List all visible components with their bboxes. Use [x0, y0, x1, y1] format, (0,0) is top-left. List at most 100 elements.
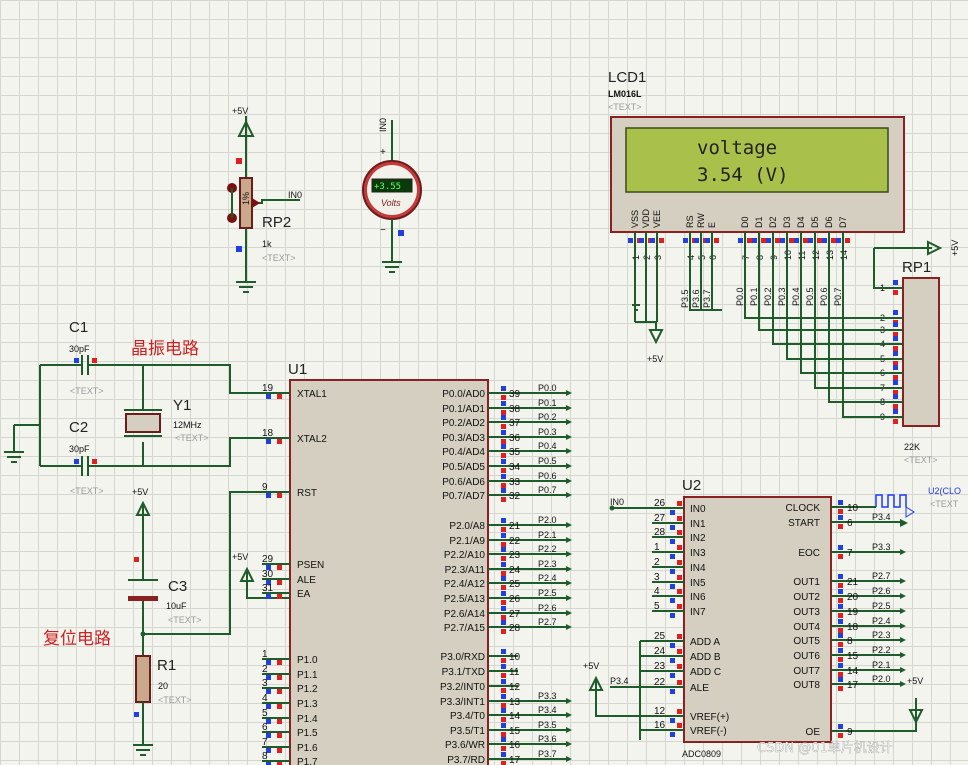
- lcd-ctrl-net: P3.5: [680, 289, 690, 308]
- u1-net-label: P0.7: [538, 485, 557, 495]
- u1-pin-number: 12: [509, 682, 521, 693]
- u1-net-label: P2.2: [538, 544, 557, 554]
- u2-pin-number: 27: [654, 513, 666, 524]
- u1-pin-label: P1.5: [297, 728, 318, 739]
- u1-pin-label: P3.3/INT1: [440, 697, 485, 708]
- u1-pin-label: RST: [297, 488, 317, 499]
- r1-tag: <TEXT>: [158, 695, 192, 705]
- u1-pin-number: 18: [262, 428, 274, 439]
- u1-pin-number: 1: [262, 649, 268, 660]
- u1-net-label: P2.6: [538, 603, 557, 613]
- u1-pin-label: P2.4/A12: [444, 579, 486, 590]
- lcd-pin-label: VEE: [652, 210, 662, 228]
- u2-pin-label: IN4: [690, 563, 706, 574]
- u1-pin-label: P1.1: [297, 670, 318, 681]
- u1-net-label: P2.4: [538, 573, 557, 583]
- ground-icon: [4, 425, 24, 463]
- u1-pin-number: 27: [509, 609, 521, 620]
- lcd-data-net: P0.5: [805, 287, 815, 306]
- u1-pin-number: 21: [509, 521, 521, 532]
- lcd-data-net: P0.6: [819, 287, 829, 306]
- y1-tag: <TEXT>: [175, 433, 209, 443]
- c1-name: C1: [69, 319, 88, 336]
- u1-name: U1: [288, 361, 307, 378]
- rp1-resistor-pack[interactable]: RP1 22K <TEXT> 123456789 +5V: [873, 240, 960, 465]
- u2-pin-number: 17: [847, 680, 859, 691]
- u1-pin-number: 23: [509, 550, 521, 561]
- c1-tag: <TEXT>: [70, 386, 104, 396]
- u1-pin-number: 34: [509, 462, 521, 473]
- u1-net-label: P0.5: [538, 456, 557, 466]
- voltmeter-unit: Volts: [381, 198, 401, 208]
- clock-generator-tag: <TEXT: [930, 499, 959, 509]
- u2-pin-label: IN3: [690, 548, 706, 559]
- u2-adc[interactable]: U2 ADC0809 26IN027IN128IN21IN32IN43IN54I…: [583, 477, 961, 759]
- rp1-body: [902, 277, 940, 427]
- voltmeter-net-in0: IN0: [378, 118, 388, 132]
- u1-pin-label: P0.5/AD5: [442, 462, 485, 473]
- lcd-pin-label: D0: [740, 216, 750, 228]
- r1-value: 20: [158, 681, 168, 691]
- u1-net-label: P0.2: [538, 412, 557, 422]
- u2-pin-number: 1: [654, 542, 660, 553]
- rp2-potentiometer[interactable]: +5V 1% IN0 RP2 1k <TEXT>: [227, 106, 302, 293]
- u2-net-label: P2.0: [872, 674, 891, 684]
- u2-net-in0: IN0: [610, 497, 624, 507]
- u2-net-label: P2.7: [872, 571, 891, 581]
- u1-net-label: P3.7: [538, 749, 557, 759]
- u2-pin-label: OUT5: [793, 636, 820, 647]
- u2-pin-label: IN2: [690, 533, 706, 544]
- lcd-pin-label: D1: [754, 216, 764, 228]
- u2-net-label: P2.2: [872, 645, 891, 655]
- u1-pin-number: 25: [509, 579, 521, 590]
- lcd-data-bus: [744, 250, 888, 418]
- u1-pin-label: P2.7/A15: [444, 623, 486, 634]
- u2-pin-label: OUT3: [793, 607, 820, 618]
- u1-pin-label: P1.7: [297, 757, 318, 765]
- reset-circuit[interactable]: +5V C3 10uF <TEXT> 复位电路 R1 20 <TEXT> +5V: [43, 487, 290, 756]
- u1-pin-label: P3.5/T1: [450, 726, 485, 737]
- lcd1-display[interactable]: LCD1 LM016L <TEXT> voltage 3.54 (V) VSS1…: [608, 69, 905, 260]
- reset-supply-label: +5V: [132, 487, 148, 497]
- u2-net-label: P2.4: [872, 616, 891, 626]
- u1-net-label: P2.0: [538, 515, 557, 525]
- rp1-supply-label: +5V: [950, 240, 960, 256]
- u2-body: [683, 496, 832, 743]
- u1-pin-number: 32: [509, 491, 521, 502]
- u1-pin-label: P2.0/A8: [449, 521, 485, 532]
- u2-pin-number: 6: [847, 518, 853, 529]
- lcd-supply-label: +5V: [647, 354, 663, 364]
- c2-name: C2: [69, 419, 88, 436]
- crystal-circuit[interactable]: 晶振电路 C1 30pF <TEXT> C2 30pF <TEXT> Y1 12…: [4, 319, 290, 496]
- u1-net-label: P3.6: [538, 734, 557, 744]
- u2-pin-number: 5: [654, 601, 660, 612]
- u2-pin-label: CLOCK: [786, 503, 821, 514]
- u2-pin-number: 8: [847, 636, 853, 647]
- u2-pin-label: OUT6: [793, 651, 820, 662]
- u1-pin-label: P3.2/INT0: [440, 682, 485, 693]
- lcd-pin-label: E: [707, 222, 717, 228]
- u1-net-label: P3.4: [538, 705, 557, 715]
- u1-pin-label: P2.3/A11: [445, 565, 486, 576]
- u1-pin-number: 33: [509, 477, 521, 488]
- u1-pin-label: P0.6/AD6: [442, 477, 485, 488]
- r1-name: R1: [157, 657, 176, 674]
- vref-supply-label: +5V: [583, 661, 599, 671]
- u1-pin-number: 29: [262, 554, 274, 565]
- u1-pin-number: 26: [509, 594, 521, 605]
- u2-net-ale: P3.4: [610, 676, 629, 686]
- lcd-data-net: P0.7: [833, 287, 843, 306]
- u1-microcontroller[interactable]: U1 19 XTAL1 18 XTAL2 9 RST 29 PSEN 30 ALE 31 EA 1 P1.…: [262, 361, 572, 765]
- u1-pin-label: P3.4/T0: [450, 711, 485, 722]
- u2-pin-number: 4: [654, 586, 660, 597]
- u1-pin-number: 30: [262, 569, 274, 580]
- c2-value: 30pF: [69, 444, 90, 454]
- u1-pin-label: EA: [297, 589, 311, 600]
- clock-generator-icon: [875, 494, 907, 508]
- lcd-pin-label: VDD: [641, 208, 651, 228]
- rp1-tag: <TEXT>: [904, 455, 938, 465]
- voltmeter[interactable]: IN0 + +3.55 Volts −: [362, 118, 422, 273]
- u2-net-label: P2.6: [872, 586, 891, 596]
- u1-pin-number: 31: [262, 583, 274, 594]
- u1-pin-number: 10: [509, 652, 521, 663]
